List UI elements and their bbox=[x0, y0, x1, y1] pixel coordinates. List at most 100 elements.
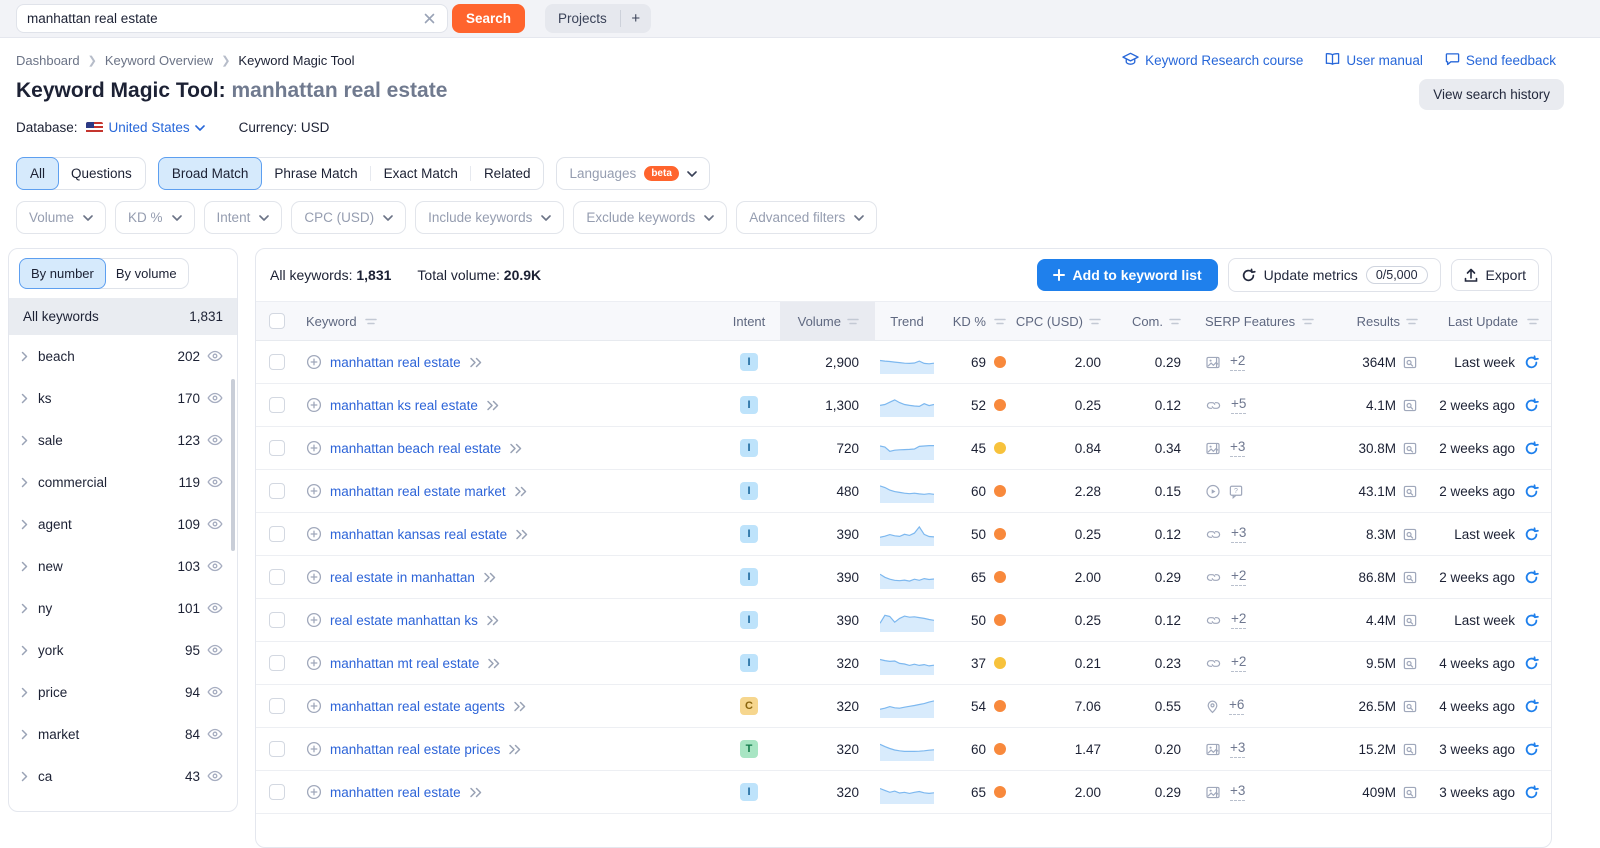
serp-preview-icon[interactable] bbox=[1402, 398, 1418, 413]
keyword-link[interactable]: real estate in manhattan bbox=[330, 570, 475, 585]
hide-group-eye-icon[interactable] bbox=[207, 392, 223, 404]
filter-advanced-filters[interactable]: Advanced filters bbox=[736, 201, 878, 234]
refresh-metrics-icon[interactable] bbox=[1524, 526, 1539, 542]
sort-by-volume-tab[interactable]: By volume bbox=[104, 258, 189, 289]
column-header-keyword[interactable]: Keyword bbox=[298, 302, 718, 340]
add-keyword-plus-icon[interactable] bbox=[306, 526, 322, 542]
hide-group-eye-icon[interactable] bbox=[207, 518, 223, 530]
refresh-metrics-icon[interactable] bbox=[1524, 440, 1539, 456]
row-checkbox[interactable] bbox=[269, 397, 285, 413]
open-keyword-double-chevron-icon[interactable] bbox=[513, 701, 527, 712]
refresh-metrics-icon[interactable] bbox=[1524, 397, 1539, 413]
keyword-link[interactable]: manhattan ks real estate bbox=[330, 398, 478, 413]
tab-exact-match[interactable]: Exact Match bbox=[369, 157, 472, 190]
row-checkbox[interactable] bbox=[269, 569, 285, 585]
tab-broad-match[interactable]: Broad Match bbox=[157, 157, 263, 190]
projects-tab[interactable]: Projects bbox=[545, 4, 620, 33]
sidebar-group-new[interactable]: new 103 bbox=[9, 545, 237, 587]
hide-group-eye-icon[interactable] bbox=[207, 602, 223, 614]
serp-preview-icon[interactable] bbox=[1402, 613, 1418, 628]
languages-dropdown[interactable]: Languages beta bbox=[556, 157, 710, 190]
view-search-history-button[interactable]: View search history bbox=[1419, 79, 1564, 110]
column-header-intent[interactable]: Intent bbox=[718, 302, 780, 340]
column-header-last-update[interactable]: Last Update bbox=[1426, 302, 1551, 340]
keyword-link[interactable]: manhattan real estate agents bbox=[330, 699, 505, 714]
add-keyword-plus-icon[interactable] bbox=[306, 655, 322, 671]
add-to-keyword-list-button[interactable]: Add to keyword list bbox=[1036, 259, 1218, 291]
serp-more-features[interactable]: +2 bbox=[1231, 611, 1247, 629]
keyword-link[interactable]: manhattan mt real estate bbox=[330, 656, 479, 671]
breadcrumb-keyword-overview[interactable]: Keyword Overview bbox=[105, 53, 213, 68]
serp-preview-icon[interactable] bbox=[1402, 699, 1418, 714]
refresh-metrics-icon[interactable] bbox=[1524, 784, 1539, 800]
serp-more-features[interactable]: +2 bbox=[1231, 568, 1247, 586]
serp-preview-icon[interactable] bbox=[1402, 785, 1418, 800]
sort-icon[interactable] bbox=[994, 317, 1006, 326]
row-checkbox[interactable] bbox=[269, 483, 285, 499]
refresh-metrics-icon[interactable] bbox=[1524, 612, 1539, 628]
hide-group-eye-icon[interactable] bbox=[207, 560, 223, 572]
sidebar-group-ny[interactable]: ny 101 bbox=[9, 587, 237, 629]
open-keyword-double-chevron-icon[interactable] bbox=[486, 400, 500, 411]
column-header-trend[interactable]: Trend bbox=[875, 302, 939, 340]
add-keyword-plus-icon[interactable] bbox=[306, 397, 322, 413]
column-header-serp-features[interactable]: SERP Features bbox=[1191, 302, 1326, 340]
column-header-volume[interactable]: Volume bbox=[780, 302, 875, 340]
keyword-link[interactable]: real estate manhattan ks bbox=[330, 613, 478, 628]
user-manual-link[interactable]: User manual bbox=[1325, 52, 1423, 69]
add-keyword-plus-icon[interactable] bbox=[306, 698, 322, 714]
serp-more-features[interactable]: +2 bbox=[1231, 654, 1247, 672]
keyword-link[interactable]: manhattan real estate prices bbox=[330, 742, 500, 757]
sort-by-number-tab[interactable]: By number bbox=[19, 258, 106, 289]
database-selector[interactable]: United States bbox=[109, 120, 205, 135]
serp-more-features[interactable]: +3 bbox=[1230, 439, 1246, 457]
sort-icon[interactable] bbox=[1302, 317, 1314, 326]
hide-group-eye-icon[interactable] bbox=[207, 728, 223, 740]
filter-exclude-keywords[interactable]: Exclude keywords bbox=[573, 201, 728, 234]
keyword-link[interactable]: manhattan beach real estate bbox=[330, 441, 501, 456]
row-checkbox[interactable] bbox=[269, 741, 285, 757]
serp-preview-icon[interactable] bbox=[1402, 441, 1418, 456]
row-checkbox[interactable] bbox=[269, 655, 285, 671]
row-checkbox[interactable] bbox=[269, 526, 285, 542]
filter-kd[interactable]: KD % bbox=[115, 201, 195, 234]
sort-icon[interactable] bbox=[364, 317, 377, 326]
serp-more-features[interactable]: +6 bbox=[1229, 697, 1245, 715]
column-header-kd[interactable]: KD % bbox=[939, 302, 1014, 340]
sidebar-scrollbar[interactable] bbox=[231, 379, 235, 551]
tab-questions[interactable]: Questions bbox=[57, 157, 146, 190]
sidebar-group-sale[interactable]: sale 123 bbox=[9, 419, 237, 461]
open-keyword-double-chevron-icon[interactable] bbox=[508, 744, 522, 755]
sort-icon[interactable] bbox=[1169, 317, 1181, 326]
sort-icon[interactable] bbox=[1406, 317, 1418, 326]
serp-preview-icon[interactable] bbox=[1402, 656, 1418, 671]
hide-group-eye-icon[interactable] bbox=[207, 770, 223, 782]
add-keyword-plus-icon[interactable] bbox=[306, 741, 322, 757]
refresh-metrics-icon[interactable] bbox=[1524, 741, 1539, 757]
refresh-metrics-icon[interactable] bbox=[1524, 483, 1539, 499]
row-checkbox[interactable] bbox=[269, 698, 285, 714]
serp-preview-icon[interactable] bbox=[1402, 527, 1418, 542]
serp-more-features[interactable]: +3 bbox=[1230, 783, 1246, 801]
filter-cpc-usd[interactable]: CPC (USD) bbox=[291, 201, 407, 234]
serp-preview-icon[interactable] bbox=[1402, 355, 1418, 370]
add-keyword-plus-icon[interactable] bbox=[306, 483, 322, 499]
serp-preview-icon[interactable] bbox=[1402, 742, 1418, 757]
sidebar-group-ca[interactable]: ca 43 bbox=[9, 755, 237, 797]
breadcrumb-dashboard[interactable]: Dashboard bbox=[16, 53, 80, 68]
add-keyword-plus-icon[interactable] bbox=[306, 354, 322, 370]
serp-preview-icon[interactable] bbox=[1402, 570, 1418, 585]
search-button[interactable]: Search bbox=[452, 4, 526, 33]
clear-search-icon[interactable] bbox=[422, 11, 437, 27]
column-header-results[interactable]: Results bbox=[1326, 302, 1426, 340]
add-keyword-plus-icon[interactable] bbox=[306, 569, 322, 585]
sort-icon[interactable] bbox=[847, 317, 859, 326]
add-keyword-plus-icon[interactable] bbox=[306, 784, 322, 800]
serp-more-features[interactable]: +3 bbox=[1230, 740, 1246, 758]
serp-more-features[interactable]: +5 bbox=[1231, 396, 1247, 414]
sidebar-group-ks[interactable]: ks 170 bbox=[9, 377, 237, 419]
hide-group-eye-icon[interactable] bbox=[207, 476, 223, 488]
update-metrics-button[interactable]: Update metrics 0/5,000 bbox=[1227, 258, 1441, 292]
add-keyword-plus-icon[interactable] bbox=[306, 440, 322, 456]
filter-include-keywords[interactable]: Include keywords bbox=[415, 201, 565, 234]
